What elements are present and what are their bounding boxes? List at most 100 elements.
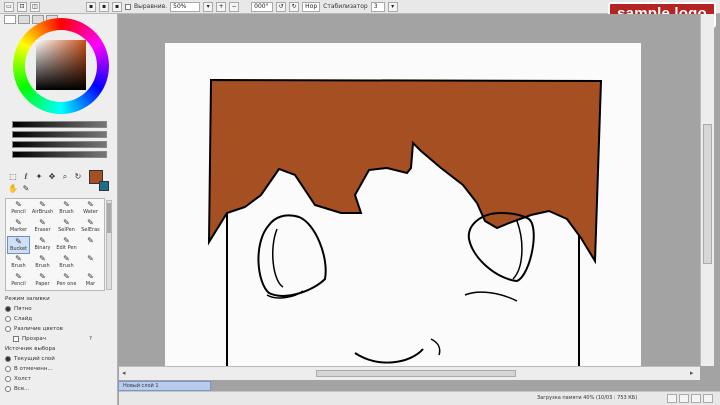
brush-cell[interactable]: ✎ SelEras [79,218,102,236]
rect-select-icon[interactable]: ⬚ [8,172,18,181]
secondary-color-swatch[interactable] [99,181,109,191]
selection-tool-icon[interactable]: ▭ [4,1,14,12]
color-slider-1[interactable] [12,121,107,128]
brush-cell[interactable]: ✎ Brush [7,254,30,272]
rotate-icon[interactable]: ↻ [73,172,83,181]
brush-cell[interactable]: ✎ Bucket [7,236,30,254]
brush-cell[interactable]: ✎ Pen one [55,272,78,290]
left-eye-inner [272,228,284,288]
brush-cell[interactable]: ✎ SelPen [55,218,78,236]
color-wheel-tab[interactable] [4,15,16,24]
rotate-right-icon[interactable]: ↻ [289,1,300,12]
color-wheel[interactable] [13,18,109,114]
move-icon[interactable]: ✥ [47,172,57,181]
rotate-left-icon[interactable]: ↺ [276,1,287,12]
horizontal-scroll-thumb[interactable] [316,370,516,377]
zoom-in-icon[interactable]: + [216,1,227,12]
source-option-4[interactable]: Все... [5,384,115,394]
magic-wand-icon[interactable]: ✦ [34,172,44,181]
vertical-scrollbar[interactable] [700,14,714,366]
brush-grid-scrollbar[interactable] [106,200,112,290]
horizontal-scrollbar[interactable]: ◂ ▸ [119,366,700,380]
drawing-paper[interactable] [165,43,641,367]
source-opt3-label: Холст [14,376,31,382]
toggle-icon-2[interactable]: ▪ [99,1,109,12]
vertical-scroll-thumb[interactable] [703,124,712,264]
source-radio-4[interactable] [5,386,11,392]
fill-radio-2[interactable] [5,316,11,322]
brush-cell[interactable]: ✎ Pencil [7,200,30,218]
rgb-slider-tab[interactable] [18,15,30,24]
source-radio-2[interactable] [5,366,11,372]
diff-radio[interactable] [5,326,11,332]
brush-cell[interactable]: ✎ Brush [55,254,78,272]
zoom-dropdown-icon[interactable]: ▾ [203,1,214,12]
brush-icon: ✎ [87,272,94,281]
zoom-icon[interactable]: ⌕ [60,172,70,181]
saturation-value-square[interactable] [36,40,86,90]
antialias-checkbox[interactable] [125,3,131,10]
brush-label: Water [83,209,98,215]
diff-row[interactable]: Различие цветов [5,324,115,334]
deselect-icon[interactable]: ⊡ [17,1,27,12]
brush-label: Mar [85,281,96,287]
canvas-viewport[interactable] [119,14,714,367]
toggle-icon-1[interactable]: ▪ [86,1,96,12]
fill-options: Режим заливки Пятно Слайд Различие цвето… [5,294,115,394]
source-opt1-label: Текущий слой [14,356,55,362]
source-heading: Источник выбора [5,344,115,354]
left-eye-outer [257,214,327,297]
brush-cell[interactable]: ✎ Binary [31,236,54,254]
color-slider-3[interactable] [12,141,107,148]
brush-icon: ✎ [39,236,46,245]
zoom-out-icon[interactable]: − [229,1,240,12]
color-slider-2[interactable] [12,131,107,138]
brush-cell[interactable]: ✎ Paper [31,272,54,290]
flip-field[interactable]: Нор [302,1,321,12]
brush-cell[interactable]: ✎ [79,254,102,272]
source-option-2[interactable]: В отмеченн... [5,364,115,374]
eyedropper-icon[interactable]: ✎ [21,184,31,193]
face-outline [226,193,580,367]
zoom-field[interactable]: 50% [170,1,201,12]
source-radio-1[interactable] [5,356,11,362]
fill-opt2-label: Слайд [14,316,33,322]
fill-option-1[interactable]: Пятно [5,304,115,314]
scroll-left-icon[interactable]: ◂ [122,369,126,377]
brush-cell[interactable]: ✎ Marker [7,218,30,236]
toggle-icon-3[interactable]: ▪ [112,1,122,12]
rotation-field[interactable]: 000° [251,1,274,12]
status-button-4[interactable] [703,394,713,403]
brush-label: SelPen [58,227,75,233]
stabilizer-field[interactable]: 3 [370,1,385,12]
fill-radio-1[interactable] [5,306,11,312]
brush-cell[interactable]: ✎ Pencil [7,272,30,290]
brush-cell[interactable]: ✎ Mar [79,272,102,290]
brush-cell[interactable]: ✎ AirBrush [31,200,54,218]
brush-cell[interactable]: ✎ Brush [31,254,54,272]
diff-checkbox[interactable] [13,336,19,342]
stabilizer-dropdown-icon[interactable]: ▾ [387,1,398,12]
source-option-3[interactable]: Холст [5,374,115,384]
status-button-3[interactable] [691,394,701,403]
brush-cell[interactable]: ✎ Brush [55,200,78,218]
brush-grid-scroll-thumb[interactable] [107,203,111,233]
brush-cell[interactable]: ✎ Water [79,200,102,218]
brush-cell[interactable]: ✎ [79,236,102,254]
scroll-right-icon[interactable]: ▸ [690,369,694,377]
brush-icon: ✎ [87,254,94,263]
brush-cell[interactable]: ✎ Edit Pen [55,236,78,254]
status-button-1[interactable] [667,394,677,403]
fill-option-2[interactable]: Слайд [5,314,115,324]
brush-cell[interactable]: ✎ Eraser [31,218,54,236]
source-option-1[interactable]: Текущий слой [5,354,115,364]
info-icon[interactable]: ? [89,336,92,342]
status-button-2[interactable] [679,394,689,403]
invert-selection-icon[interactable]: ◫ [30,1,40,12]
color-slider-4[interactable] [12,151,107,158]
layer-item[interactable]: Новый слой 1 [118,381,211,391]
diff-value-row[interactable]: Прозрач? [5,334,115,344]
lasso-icon[interactable]: ℓ [21,172,31,181]
hand-icon[interactable]: ✋ [8,184,18,193]
source-radio-3[interactable] [5,376,11,382]
